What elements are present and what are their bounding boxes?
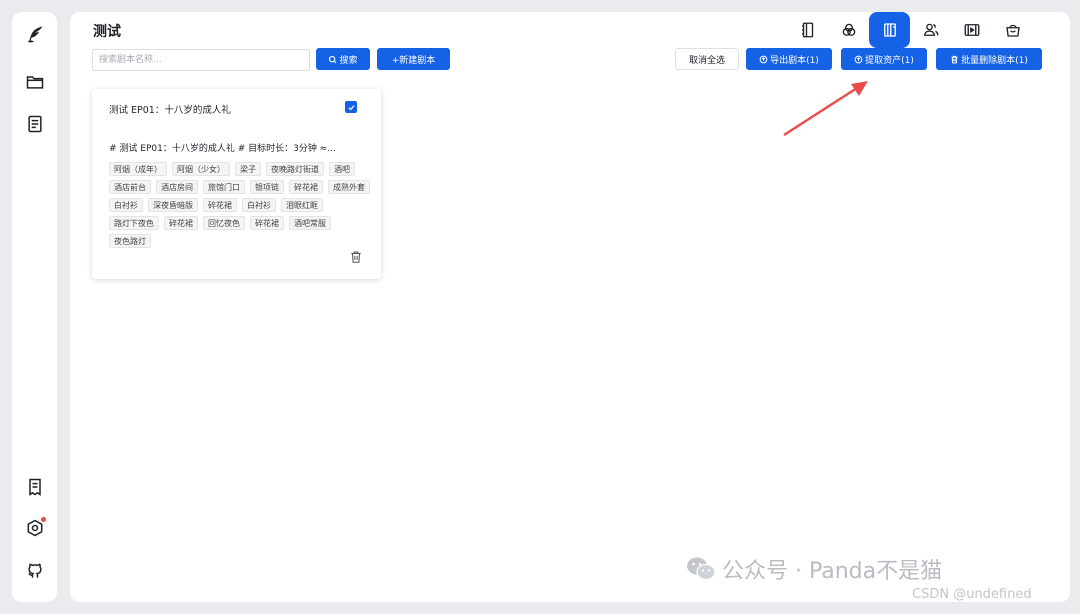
delete-trash-icon[interactable] <box>349 250 363 264</box>
script-card-title: 测试 EP01：十八岁的成人礼 <box>109 105 231 116</box>
asset-tag: 酒吧 <box>329 162 355 176</box>
asset-tag: 路灯下夜色 <box>109 216 159 230</box>
asset-tag: 碎花裙 <box>203 198 237 212</box>
cancel-select-all-label: 取消全选 <box>688 55 725 66</box>
folder-icon[interactable] <box>24 71 46 93</box>
export-script-label: 导出剧本(1) <box>770 55 819 66</box>
batch-delete-button[interactable]: 批量删除剧本(1) <box>936 48 1042 70</box>
script-card-checkbox[interactable] <box>345 101 357 113</box>
asset-tag: 夜晚路灯街道 <box>266 162 324 176</box>
upload-icon <box>759 55 768 63</box>
tab-users[interactable] <box>910 12 951 48</box>
wechat-logo-icon <box>687 557 716 581</box>
new-script-button[interactable]: +新建剧本 <box>377 48 450 70</box>
trash-icon <box>951 55 958 63</box>
app-window: 测试 搜索剧本名称... 搜索 +新建剧本 取消全选 导出剧本(1) 提取资产(… <box>0 0 1080 614</box>
asset-tag: 酒吧常服 <box>289 216 331 230</box>
batch-delete-label: 批量删除剧本(1) <box>961 55 1028 66</box>
tab-bag[interactable] <box>992 12 1033 48</box>
document-list-icon[interactable] <box>24 113 46 135</box>
search-button[interactable]: 搜索 <box>316 48 370 70</box>
asset-tag: 碎花裙 <box>250 216 284 230</box>
tab-scripts[interactable] <box>869 12 910 48</box>
search-input[interactable] <box>92 49 310 71</box>
search-button-label: 搜索 <box>339 55 358 66</box>
main-panel: 测试 搜索剧本名称... 搜索 +新建剧本 取消全选 导出剧本(1) 提取资产(… <box>70 12 1070 602</box>
asset-tag: 碎花裙 <box>289 180 323 194</box>
upload-icon <box>854 55 863 63</box>
page-title: 测试 <box>93 24 121 40</box>
document-list-icon-graphic <box>28 115 42 133</box>
asset-tag: 阿烟（成年） <box>109 162 167 176</box>
quill-logo-icon[interactable] <box>24 24 46 46</box>
asset-tag: 酒店前台 <box>109 180 151 194</box>
csdn-watermark: CSDN @undefined <box>912 587 1032 602</box>
tab-circles[interactable] <box>828 12 869 48</box>
video-icon <box>964 24 979 36</box>
script-card[interactable]: 测试 EP01：十八岁的成人礼 # 测试 EP01：十八岁的成人礼 # 目标时长… <box>92 89 381 279</box>
receipt-icon[interactable] <box>24 476 46 498</box>
check-icon <box>347 104 355 110</box>
notification-dot <box>41 517 46 522</box>
github-icon-graphic <box>28 563 42 578</box>
top-tab-bar <box>787 12 1033 48</box>
script-book-icon <box>883 23 896 37</box>
folder-icon-graphic <box>26 76 44 89</box>
asset-tag: 泪眼红眶 <box>281 198 323 212</box>
script-card-summary: # 测试 EP01：十八岁的成人礼 # 目标时长：3分钟 ≈... <box>109 144 336 154</box>
tab-video[interactable] <box>951 12 992 48</box>
extract-assets-label: 提取资产(1) <box>865 55 914 66</box>
quill-logo-icon-graphic <box>27 26 43 43</box>
bag-icon <box>1005 24 1020 37</box>
asset-tag: 梁子 <box>235 162 261 176</box>
asset-tag: 阿烟（少女） <box>172 162 230 176</box>
asset-tag: 旅馆门口 <box>203 180 245 194</box>
cancel-select-all-button[interactable]: 取消全选 <box>675 48 739 70</box>
receipt-icon-graphic <box>29 478 41 496</box>
asset-tag: 夜色路灯 <box>109 234 151 248</box>
extract-assets-button[interactable]: 提取资产(1) <box>841 48 927 70</box>
export-script-button[interactable]: 导出剧本(1) <box>746 48 832 70</box>
asset-tag: 回忆夜色 <box>203 216 245 230</box>
settings-hex-icon[interactable] <box>24 517 46 539</box>
sidebar <box>12 12 57 602</box>
wechat-watermark-text: 公众号 · Panda不是猫 <box>722 559 943 584</box>
asset-tag: 白衬衫 <box>109 198 143 212</box>
tab-notebook[interactable] <box>787 12 828 48</box>
circles-icon <box>842 23 855 36</box>
github-icon[interactable] <box>24 560 46 582</box>
search-icon <box>329 55 337 63</box>
asset-tag: 碎花裙 <box>164 216 198 230</box>
notebook-icon <box>801 22 813 38</box>
asset-tag: 银项链 <box>250 180 284 194</box>
asset-tag: 酒店房间 <box>156 180 198 194</box>
wechat-watermark: 公众号 · Panda不是猫 <box>686 553 942 585</box>
asset-tag: 白衬衫 <box>242 198 276 212</box>
asset-tag: 成熟外套 <box>328 180 370 194</box>
asset-tag: 深夜昏暗版 <box>148 198 198 212</box>
asset-tag-list: 阿烟（成年） 阿烟（少女） 梁子 夜晚路灯街道 酒吧 酒店前台 酒店房间 旅馆门… <box>109 162 371 248</box>
new-script-button-label: +新建剧本 <box>391 55 436 66</box>
users-icon <box>923 23 938 36</box>
